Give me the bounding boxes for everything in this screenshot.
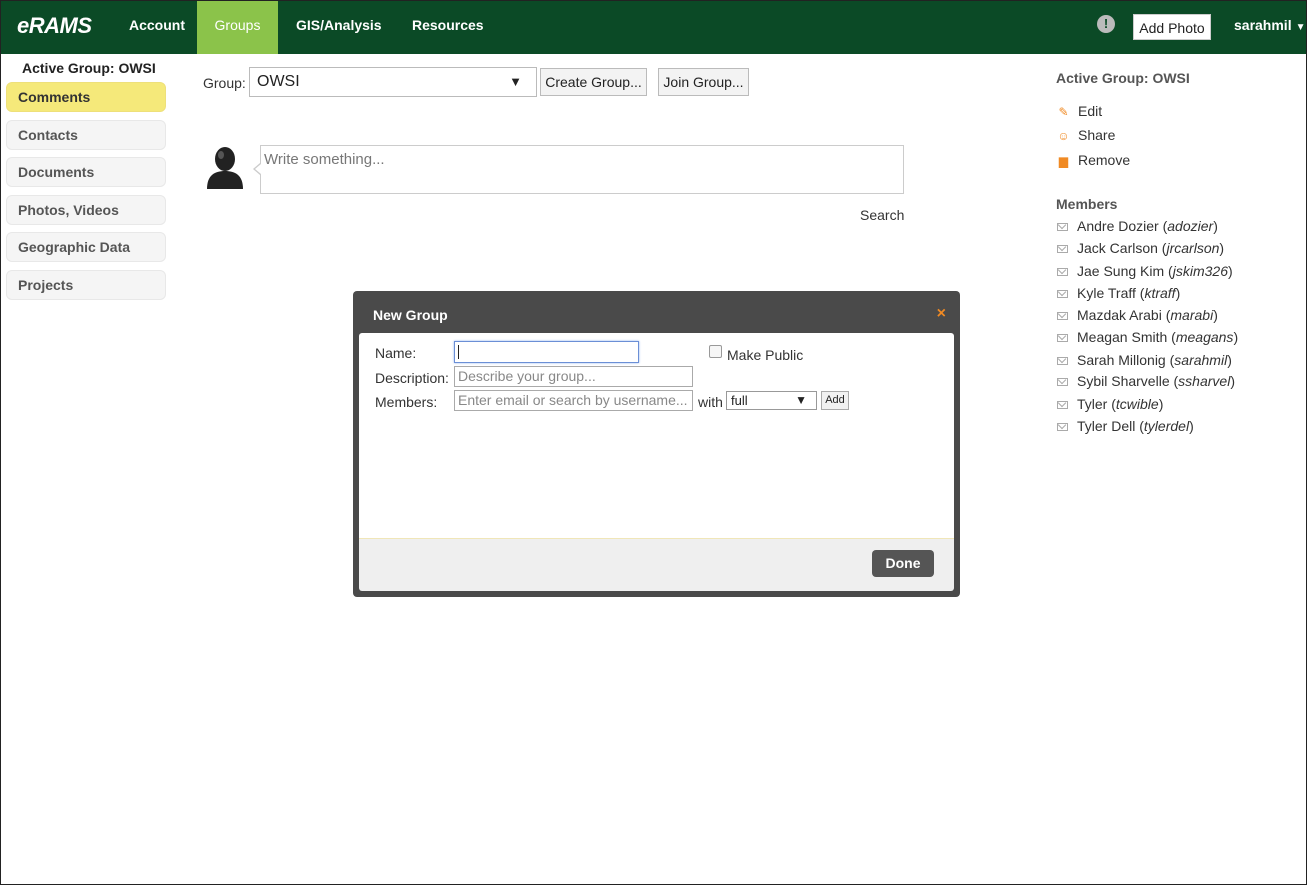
member-username: marabi [1170,307,1214,323]
member-username: adozier [1167,218,1214,234]
trash-icon: ▆ [1058,154,1069,168]
close-icon[interactable]: × [937,305,946,323]
edit-action[interactable]: ✎ Edit [1057,103,1102,119]
mail-icon [1057,290,1068,299]
make-public-label: Make Public [727,347,804,363]
member-name: Tyler [1077,396,1108,412]
post-input[interactable]: Write something... [260,145,904,194]
avatar-icon [207,147,243,189]
member-username: jskim326 [1172,263,1228,279]
remove-label: Remove [1078,152,1131,168]
dialog-footer: Done [359,538,954,591]
member-item[interactable]: Sybil Sharvelle (ssharvel) [1057,373,1235,389]
username-label: sarahmil [1234,17,1292,33]
member-name: Meagan Smith [1077,329,1168,345]
member-username: meagans [1175,329,1234,345]
pencil-icon: ✎ [1058,105,1069,119]
brand-logo[interactable]: eRAMS [17,13,92,39]
edit-label: Edit [1078,103,1103,119]
sidebar-item-geographic-data[interactable]: Geographic Data [6,232,166,262]
mail-icon [1057,268,1068,277]
remove-action[interactable]: ▆ Remove [1057,152,1130,168]
member-item[interactable]: Andre Dozier (adozier) [1057,218,1218,234]
create-group-button[interactable]: Create Group... [540,68,647,96]
member-name: Mazdak Arabi [1077,307,1162,323]
permission-value: full [731,393,748,408]
description-input[interactable]: Describe your group... [454,366,693,387]
alert-icon[interactable]: ! [1097,15,1115,33]
member-item[interactable]: Sarah Millonig (sarahmil) [1057,352,1232,368]
group-label: Group: [203,75,246,91]
members-label: Members: [375,394,438,410]
done-button[interactable]: Done [872,550,934,577]
mail-icon [1057,401,1068,410]
sidebar-item-projects[interactable]: Projects [6,270,166,300]
dialog-title: New Group [373,307,448,323]
sidebar-item-contacts[interactable]: Contacts [6,120,166,150]
member-item[interactable]: Tyler Dell (tylerdel) [1057,418,1194,434]
name-input[interactable] [454,341,639,363]
sidebar-item-comments[interactable]: Comments [6,82,166,112]
members-input[interactable]: Enter email or search by username... [454,390,693,411]
nav-resources[interactable]: Resources [394,1,502,54]
text-cursor [458,345,459,360]
member-item[interactable]: Meagan Smith (meagans) [1057,329,1238,345]
description-label: Description: [375,370,449,386]
join-group-button[interactable]: Join Group... [658,68,749,96]
right-active-group-title: Active Group: OWSI [1056,70,1190,86]
active-group-label: Active Group: OWSI [22,60,156,76]
member-name: Andre Dozier [1077,218,1159,234]
member-item[interactable]: Mazdak Arabi (marabi) [1057,307,1218,323]
share-label: Share [1078,127,1116,143]
member-item[interactable]: Jack Carlson (jrcarlson) [1057,240,1224,256]
nav-gis-analysis[interactable]: GIS/Analysis [278,1,400,54]
mail-icon [1057,423,1068,432]
member-item[interactable]: Tyler (tcwible) [1057,396,1163,412]
user-menu[interactable]: sarahmil ▼ [1234,17,1306,33]
make-public-checkbox[interactable] [709,345,722,358]
member-item[interactable]: Jae Sung Kim (jskim326) [1057,263,1233,279]
post-box-pointer-inner [255,164,261,174]
dropdown-arrow-icon: ▼ [795,393,807,407]
add-photo-button[interactable]: Add Photo [1133,14,1211,40]
member-name: Jack Carlson [1077,240,1158,256]
group-select-value: OWSI [257,73,300,90]
member-username: ssharvel [1178,373,1231,389]
mail-icon [1057,334,1068,343]
caret-down-icon: ▼ [1295,22,1306,33]
add-member-button[interactable]: Add [821,391,849,410]
member-name: Sarah Millonig [1077,352,1166,368]
mail-icon [1057,378,1068,387]
member-name: Jae Sung Kim [1077,263,1165,279]
member-item[interactable]: Kyle Traff (ktraff) [1057,285,1180,301]
sidebar-item-photos-videos[interactable]: Photos, Videos [6,195,166,225]
mail-icon [1057,357,1068,366]
member-name: Sybil Sharvelle [1077,373,1170,389]
with-label: with [698,394,723,410]
member-username: jrcarlson [1166,240,1220,256]
member-username: tcwible [1115,396,1159,412]
group-select[interactable]: OWSI ▼ [249,67,537,97]
search-link[interactable]: Search [860,207,904,223]
name-label: Name: [375,345,417,361]
member-username: ktraff [1144,285,1176,301]
sidebar-item-documents[interactable]: Documents [6,157,166,187]
dropdown-arrow-icon: ▼ [509,74,522,89]
dialog-body: Name: Make Public Description: Describe … [359,333,954,538]
share-action[interactable]: ☺ Share [1057,127,1115,143]
nav-account[interactable]: Account [111,1,203,54]
members-title: Members [1056,196,1118,212]
new-group-dialog: New Group × Name: Make Public Descriptio… [353,291,960,597]
member-name: Tyler Dell [1077,418,1136,434]
mail-icon [1057,223,1068,232]
nav-groups[interactable]: Groups [197,1,278,54]
top-nav-bar: eRAMS Account Groups GIS/Analysis Resour… [1,1,1307,54]
mail-icon [1057,312,1068,321]
member-name: Kyle Traff [1077,285,1136,301]
member-username: tylerdel [1143,418,1190,434]
mail-icon [1057,245,1068,254]
user-icon: ☺ [1057,129,1070,143]
member-username: sarahmil [1174,352,1228,368]
permission-select[interactable]: full ▼ [726,391,817,410]
